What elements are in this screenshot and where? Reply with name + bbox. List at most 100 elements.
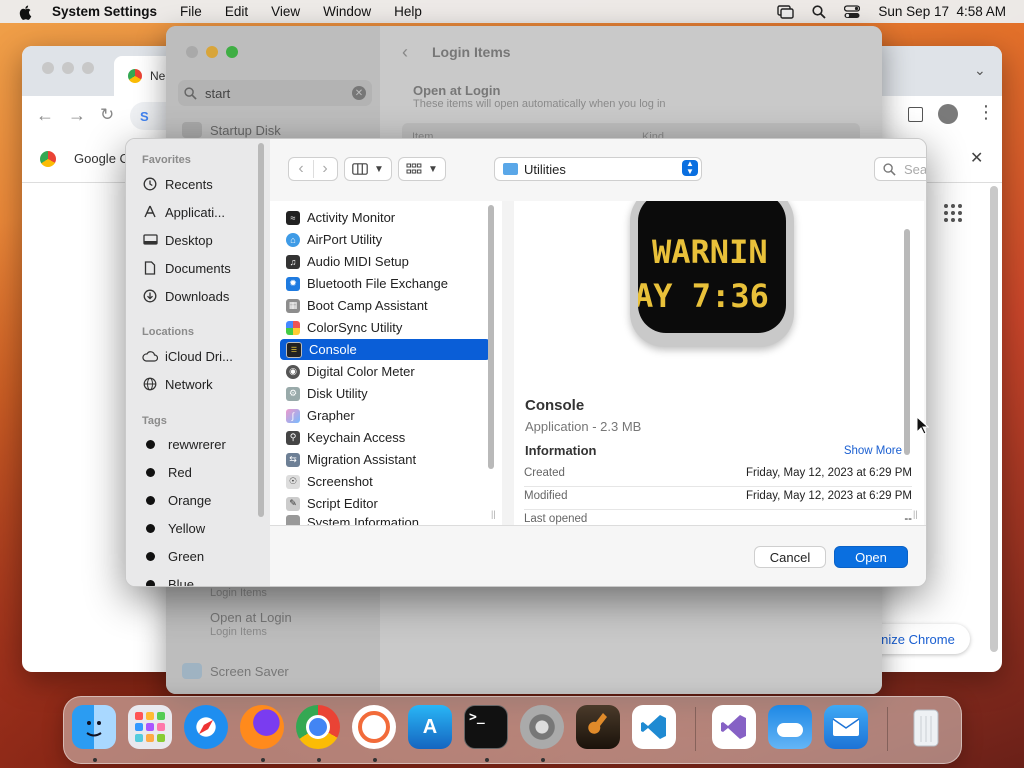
- column-resize-handle-icon[interactable]: ||: [913, 509, 918, 519]
- dock-vscode-icon[interactable]: [632, 705, 676, 749]
- sidebar-item-icloud-drive[interactable]: iCloud Dri...: [142, 345, 233, 367]
- file-row-system-information[interactable]: System Information: [280, 515, 490, 525]
- menu-window[interactable]: Window: [323, 4, 371, 19]
- dock-terminal-icon[interactable]: >_: [464, 705, 508, 749]
- desktop-icon: [142, 232, 158, 248]
- sidebar-tag-green[interactable]: Green: [142, 545, 204, 567]
- apple-icon[interactable]: [18, 4, 34, 20]
- spotlight-search-icon[interactable]: [812, 4, 827, 19]
- screen-mirroring-icon[interactable]: [777, 4, 795, 19]
- menu-edit[interactable]: Edit: [225, 4, 248, 19]
- dock-finder-icon[interactable]: [72, 705, 116, 749]
- settings-search-field[interactable]: start ✕: [178, 80, 372, 106]
- settings-zoom-button[interactable]: [226, 46, 238, 58]
- sidebar-tag-red[interactable]: Red: [142, 461, 192, 483]
- file-row-boot-camp-assistant[interactable]: ▦ Boot Camp Assistant: [280, 295, 490, 316]
- forward-arrow-icon[interactable]: →: [68, 105, 86, 126]
- dock-weather-icon[interactable]: [768, 705, 812, 749]
- zoom-window-button[interactable]: [82, 62, 94, 74]
- back-forward-buttons[interactable]: ‹ ›: [288, 157, 338, 181]
- profile-avatar-icon[interactable]: [938, 104, 958, 124]
- file-row-console[interactable]: ☰ Console: [280, 339, 490, 360]
- dock-safari-icon[interactable]: [184, 705, 228, 749]
- dock-trash-icon[interactable]: [904, 705, 948, 749]
- sidebar-item-recents[interactable]: Recents: [142, 173, 213, 195]
- file-row-keychain-access[interactable]: ⚲ Keychain Access: [280, 427, 490, 448]
- forward-chevron-icon[interactable]: ›: [314, 160, 337, 178]
- script-editor-icon: ✎: [286, 496, 300, 511]
- dock-postman-icon[interactable]: [352, 705, 396, 749]
- settings-close-button[interactable]: [186, 46, 198, 58]
- sidebar-tag-blue[interactable]: Blue: [142, 573, 194, 586]
- file-row-disk-utility[interactable]: ⚙ Disk Utility: [280, 383, 490, 404]
- dock-mail-icon[interactable]: [824, 705, 868, 749]
- location-popup[interactable]: Utilities ▲ ▼: [494, 157, 702, 181]
- clear-search-icon[interactable]: ✕: [352, 86, 366, 100]
- apps-grid-icon[interactable]: [944, 204, 962, 222]
- sidebar-scrollbar[interactable]: [258, 143, 264, 517]
- file-row-grapher[interactable]: ∫ Grapher: [280, 405, 490, 426]
- chrome-scrollbar[interactable]: [990, 186, 998, 652]
- sidebar-result-open-at-login[interactable]: Open at Login: [210, 610, 292, 625]
- sidebar-tag-yellow[interactable]: Yellow: [142, 517, 205, 539]
- side-panel-icon[interactable]: [908, 107, 923, 122]
- dock-launchpad-icon[interactable]: [128, 705, 172, 749]
- file-row-colorsync-utility[interactable]: ColorSync Utility: [280, 317, 490, 338]
- sidebar-item-startup-disk[interactable]: Startup Disk: [182, 122, 281, 138]
- file-row-activity-monitor[interactable]: ≈ Activity Monitor: [280, 207, 490, 228]
- file-row-bluetooth-file-exchange[interactable]: ✹ Bluetooth File Exchange: [280, 273, 490, 294]
- file-row-script-editor[interactable]: ✎ Script Editor: [280, 493, 490, 514]
- column-resize-handle-icon[interactable]: ||: [491, 509, 496, 519]
- dock-chrome-icon[interactable]: [296, 705, 340, 749]
- close-bar-icon[interactable]: ✕: [970, 148, 983, 168]
- menu-bar: System Settings File Edit View Window He…: [0, 0, 1024, 23]
- menu-view[interactable]: View: [271, 4, 300, 19]
- file-row-audio-midi-setup[interactable]: ♫ Audio MIDI Setup: [280, 251, 490, 272]
- sidebar-item-screen-saver[interactable]: Screen Saver: [182, 663, 289, 679]
- sidebar-tag-orange[interactable]: Orange: [142, 489, 211, 511]
- close-window-button[interactable]: [42, 62, 54, 74]
- sidebar-item-downloads[interactable]: Downloads: [142, 285, 229, 307]
- sidebar-item-documents[interactable]: Documents: [142, 257, 231, 279]
- dock-system-settings-icon[interactable]: [520, 705, 564, 749]
- file-row-airport-utility[interactable]: ⌂ AirPort Utility: [280, 229, 490, 250]
- menu-file[interactable]: File: [180, 4, 202, 19]
- file-label: Audio MIDI Setup: [307, 254, 409, 269]
- bookmark-label[interactable]: Google C: [74, 151, 129, 166]
- dock-visual-studio-icon[interactable]: [712, 705, 756, 749]
- search-icon: [184, 86, 197, 100]
- preview-scrollbar[interactable]: [904, 229, 910, 455]
- group-by-button[interactable]: ▼: [398, 157, 446, 181]
- open-button[interactable]: Open: [834, 546, 908, 568]
- dock-firefox-icon[interactable]: [240, 705, 284, 749]
- sidebar-item-applications[interactable]: Applicati...: [142, 201, 225, 223]
- file-row-digital-color-meter[interactable]: ◉ Digital Color Meter: [280, 361, 490, 382]
- sidebar-item-network[interactable]: Network: [142, 373, 213, 395]
- settings-minimize-button[interactable]: [206, 46, 218, 58]
- menu-app-name[interactable]: System Settings: [52, 4, 157, 19]
- back-arrow-icon[interactable]: ←: [36, 105, 54, 126]
- sidebar-item-desktop[interactable]: Desktop: [142, 229, 213, 251]
- back-chevron-icon[interactable]: ‹: [290, 160, 314, 178]
- console-icon-text-time: AY 7:36: [638, 277, 769, 315]
- file-list-scrollbar[interactable]: [488, 205, 494, 469]
- tab-search-chevron-icon[interactable]: ⌄: [974, 62, 986, 79]
- dock-garageband-icon[interactable]: [576, 705, 620, 749]
- menubar-clock[interactable]: Sun Sep 17 4:58 AM: [878, 4, 1006, 19]
- reload-icon[interactable]: ↻: [100, 105, 114, 125]
- view-mode-button[interactable]: ▼: [344, 157, 392, 181]
- dialog-search-field[interactable]: Search: [874, 157, 926, 181]
- chrome-menu-icon[interactable]: ⋮: [977, 102, 995, 123]
- sidebar-result-login-items[interactable]: Login Items: [210, 587, 267, 599]
- settings-search-value: start: [205, 85, 231, 101]
- back-chevron-icon[interactable]: ‹: [402, 42, 408, 63]
- file-row-screenshot[interactable]: ☉ Screenshot: [280, 471, 490, 492]
- cancel-button[interactable]: Cancel: [754, 546, 826, 568]
- control-center-icon[interactable]: [844, 4, 861, 19]
- file-row-migration-assistant[interactable]: ⇆ Migration Assistant: [280, 449, 490, 470]
- minimize-window-button[interactable]: [62, 62, 74, 74]
- show-more-link[interactable]: Show More: [844, 445, 902, 457]
- menu-help[interactable]: Help: [394, 4, 422, 19]
- sidebar-tag-rewwrerer[interactable]: rewwrerer: [142, 433, 226, 455]
- dock-app-store-icon[interactable]: A: [408, 705, 452, 749]
